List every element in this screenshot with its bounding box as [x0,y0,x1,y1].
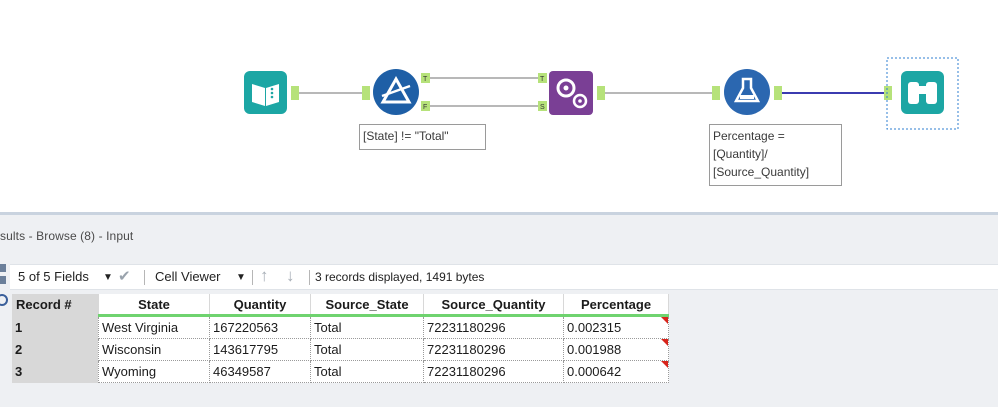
table-row[interactable]: 1 West Virginia 167220563 Total 72231180… [12,315,669,339]
fields-dropdown-icon[interactable]: ▼ [103,272,113,283]
cell-state[interactable]: West Virginia [98,315,210,339]
join-true-label: T [540,76,545,83]
table-row[interactable]: 2 Wisconsin 143617795 Total 72231180296 … [12,338,669,361]
records-status: 3 records displayed, 1491 bytes [315,270,485,284]
table-row[interactable]: 3 Wyoming 46349587 Total 72231180296 0.0… [12,360,669,383]
checkmark-icon[interactable]: ✔ [118,267,131,285]
cell-source-state[interactable]: Total [310,338,424,361]
arrow-up-icon[interactable]: ↑ [260,266,269,286]
cell-quantity[interactable]: 143617795 [209,338,311,361]
cell-viewer-button[interactable]: Cell Viewer [155,269,221,284]
cell-percentage[interactable]: 0.000642 [563,360,669,383]
toolbar-separator [252,270,253,285]
cell-state[interactable]: Wyoming [98,360,210,383]
fields-selector[interactable]: 5 of 5 Fields [18,269,89,284]
formula-input-anchor[interactable] [712,86,720,100]
cell-source-quantity[interactable]: 72231180296 [423,360,564,383]
cell-source-quantity[interactable]: 72231180296 [423,315,564,339]
filter-false-label: F [423,104,427,111]
truncation-marker-icon [661,361,668,368]
filter-input-anchor[interactable] [362,86,370,100]
cell-percentage[interactable]: 0.001988 [563,338,669,361]
cell-percentage-value: 0.000642 [567,364,622,379]
side-toolbar-strip[interactable] [0,260,8,407]
truncation-marker-icon [661,339,668,346]
results-pane: sults - Browse (8) - Input 5 of 5 Fields… [0,215,998,407]
cell-percentage[interactable]: 0.002315 [563,315,669,339]
cell-percentage-value: 0.002315 [567,320,622,335]
filter-annotation: [State] != "Total" [359,124,486,150]
join-output-anchor[interactable] [597,86,605,100]
cell-percentage-value: 0.001988 [567,342,622,357]
record-number: 3 [12,360,99,383]
formula-output-anchor[interactable] [774,86,782,100]
toolbar-separator [309,270,310,285]
column-header-state[interactable]: State [98,294,210,317]
header-row: Record # State Quantity Source_State Sou… [12,294,669,317]
filter-tool[interactable] [373,69,419,115]
join-multiple-tool[interactable] [549,71,593,115]
toolbar-separator [144,270,145,285]
workflow-canvas[interactable]: T F T S [State] != "Total" Percentage = … [0,0,998,212]
column-header-quantity[interactable]: Quantity [209,294,311,317]
column-header-record[interactable]: Record # [12,294,99,316]
column-header-source-state[interactable]: Source_State [310,294,424,317]
formula-tool[interactable] [724,69,770,115]
record-number: 1 [12,315,99,339]
browse-input-anchor[interactable] [884,86,892,100]
column-header-percentage[interactable]: Percentage [563,294,669,317]
input-output-anchor[interactable] [291,86,299,100]
column-header-source-quantity[interactable]: Source_Quantity [423,294,564,317]
truncation-marker-icon [661,317,668,324]
cell-quantity[interactable]: 167220563 [209,315,311,339]
results-title: sults - Browse (8) - Input [0,229,134,243]
cell-source-state[interactable]: Total [310,360,424,383]
arrow-down-icon[interactable]: ↓ [286,266,295,286]
record-number: 2 [12,338,99,361]
browse-tool[interactable] [901,71,944,114]
results-toolbar: 5 of 5 Fields ▼ ✔ Cell Viewer ▼ ↑ ↓ 3 re… [10,264,998,290]
cell-source-quantity[interactable]: 72231180296 [423,338,564,361]
cell-source-state[interactable]: Total [310,315,424,339]
filter-true-label: T [423,76,428,83]
cell-state[interactable]: Wisconsin [98,338,210,361]
cell-quantity[interactable]: 46349587 [209,360,311,383]
cell-viewer-dropdown-icon[interactable]: ▼ [236,272,246,283]
results-grid[interactable]: Record # State Quantity Source_State Sou… [12,294,669,383]
connections-layer: T F T S [244,57,959,130]
input-data-tool[interactable] [244,71,287,114]
join-source-label: S [540,104,545,111]
formula-annotation: Percentage = [Quantity]/ [Source_Quantit… [709,124,842,186]
